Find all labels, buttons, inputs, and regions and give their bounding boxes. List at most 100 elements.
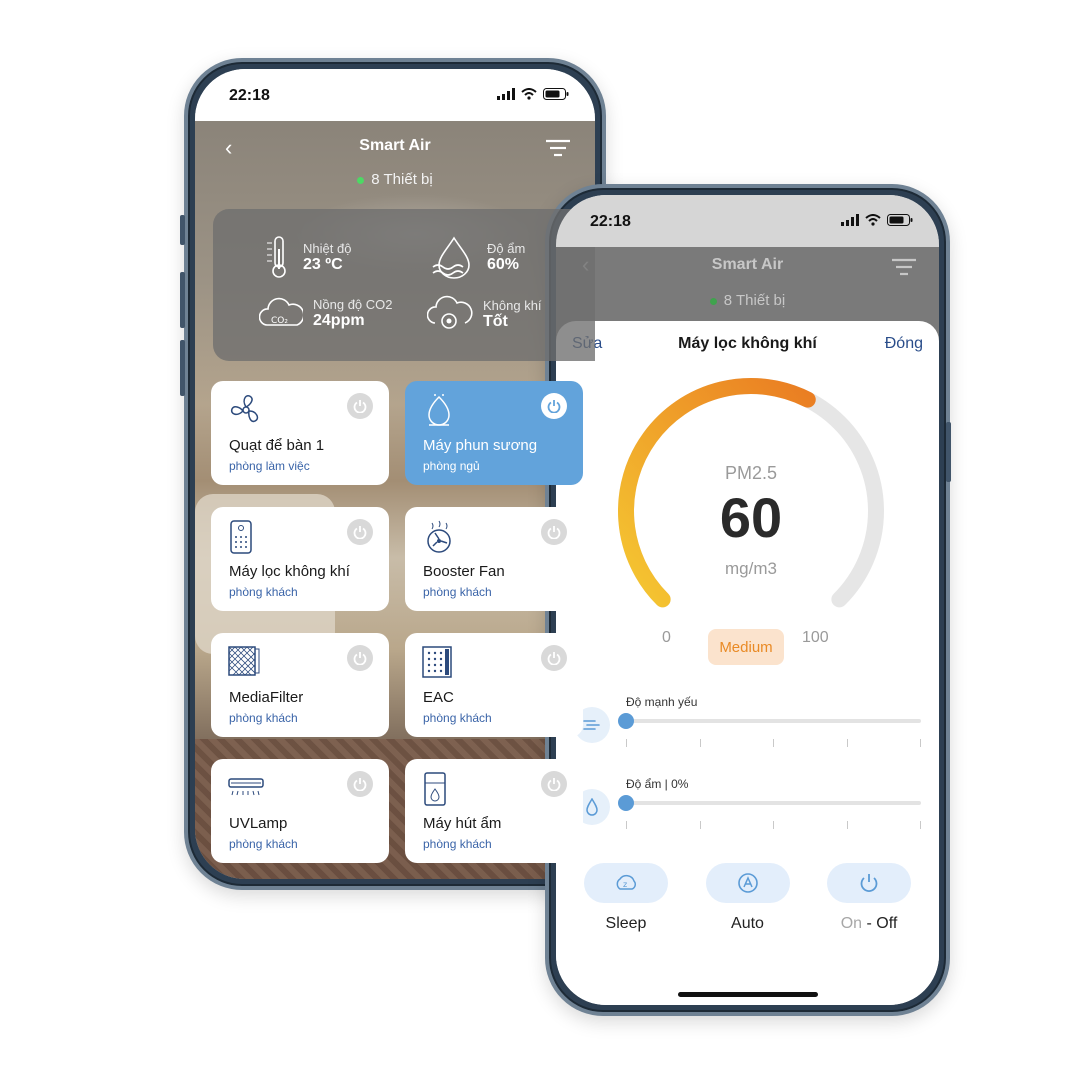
device-room: phòng khách <box>229 585 298 599</box>
status-time: 22:18 <box>590 213 631 230</box>
device-name: Booster Fan <box>423 563 505 580</box>
dehumidifier-icon <box>421 771 449 812</box>
device-detail-sheet: Sửa Máy lọc không khí Đóng PM2.5 60 mg <box>556 321 939 1005</box>
device-tile-fan[interactable]: Quạt để bàn 1 phòng làm việc <box>211 381 389 485</box>
sheet-title: Máy lọc không khí <box>678 335 817 352</box>
sleep-icon: z <box>616 875 636 890</box>
back-phone: 22:18 ‹ Smart Air 8 Thiết bị Nhiệt độ 23 … <box>184 58 606 890</box>
power-toggle[interactable] <box>347 771 373 797</box>
power-off-label: - Off <box>862 915 898 932</box>
sleep-button[interactable]: z <box>584 863 668 903</box>
env-temperature: Nhiệt độ 23 ºC <box>265 235 351 279</box>
air-purifier-icon <box>227 519 255 560</box>
slider-thumb[interactable] <box>618 795 634 811</box>
env-air: Không khí Tốt <box>427 295 542 333</box>
device-count-text: 8 Thiết bị <box>371 171 433 188</box>
power-toggle[interactable] <box>347 519 373 545</box>
front-phone: 22:18 ‹ Smart Air 8 Thiết bị Sửa Máy lọc… <box>545 184 950 1016</box>
eac-icon <box>421 645 455 684</box>
side-button <box>180 215 185 245</box>
status-icons <box>841 214 913 226</box>
filter-icon[interactable] <box>545 139 571 162</box>
gauge-metric: PM2.5 <box>724 463 778 483</box>
mode-power[interactable]: On - Off <box>827 863 911 933</box>
mode-sleep[interactable]: z Sleep <box>584 863 668 933</box>
device-count: 8 Thiết bị <box>556 292 939 309</box>
mode-auto[interactable]: Auto <box>705 863 790 933</box>
slider-track[interactable] <box>618 795 921 811</box>
side-button <box>180 340 185 396</box>
power-icon <box>353 400 367 413</box>
env-value: 24ppm <box>313 311 365 329</box>
wifi-icon <box>865 214 881 226</box>
power-icon <box>547 400 561 413</box>
power-toggle[interactable] <box>541 393 567 419</box>
close-button[interactable]: Đóng <box>885 335 923 353</box>
page-title: Smart Air <box>711 256 784 273</box>
air-level-badge: Medium <box>708 629 784 665</box>
device-name: Máy phun sương <box>423 437 538 454</box>
gauge-unit: mg/m3 <box>725 559 777 578</box>
power-button[interactable] <box>827 863 911 903</box>
slider-label: Độ mạnh yếu <box>626 695 698 709</box>
device-room: phòng khách <box>423 711 492 725</box>
device-tile-booster-fan[interactable]: Booster Fan phòng khách <box>405 507 583 611</box>
device-name: MediaFilter <box>229 689 304 706</box>
env-value: 60% <box>487 255 520 273</box>
env-value: 23 ºC <box>303 255 343 273</box>
booster-fan-icon <box>421 519 457 560</box>
back-phone-screen: 22:18 ‹ Smart Air 8 Thiết bị Nhiệt độ 23 … <box>195 69 595 879</box>
env-humidity: Độ ẩm 60% <box>431 235 525 279</box>
power-toggle[interactable] <box>541 645 567 671</box>
mist-sprayer-icon <box>421 393 457 434</box>
status-time: 22:18 <box>229 87 270 104</box>
device-count: 8 Thiết bị <box>195 171 595 188</box>
slider-label: Độ ẩm | 0% <box>626 777 689 791</box>
air-quality-icon <box>427 295 473 329</box>
signal-icon <box>497 88 515 100</box>
power-toggle[interactable] <box>541 771 567 797</box>
env-label: Nồng độ CO2 <box>313 296 393 312</box>
env-label: Nhiệt độ <box>303 240 352 256</box>
filter-icon[interactable] <box>891 258 917 281</box>
fan-speed-slider: Độ mạnh yếu <box>574 695 921 755</box>
online-dot-icon <box>709 297 717 305</box>
fan-icon <box>227 393 265 432</box>
environment-panel: Nhiệt độ 23 ºC Độ ẩm 60% CO₂ Nồng độ CO2 24… <box>213 209 595 361</box>
power-toggle[interactable] <box>347 645 373 671</box>
power-on-label: On <box>840 915 863 932</box>
battery-icon <box>887 214 913 226</box>
device-name: UVLamp <box>229 815 288 832</box>
env-label: Không khí <box>483 297 542 313</box>
device-tile-dehumidifier[interactable]: Máy hút ẩm phòng khách <box>405 759 583 863</box>
power-icon <box>547 778 561 791</box>
mode-buttons: z Sleep Auto On - Off <box>584 863 911 933</box>
side-button <box>180 272 185 328</box>
device-tile-uv-lamp[interactable]: UVLamp phòng khách <box>211 759 389 863</box>
power-icon <box>353 652 367 665</box>
env-label: Độ ẩm <box>487 240 526 256</box>
device-tile-media-filter[interactable]: MediaFilter phòng khách <box>211 633 389 737</box>
device-tile-mist-sprayer[interactable]: Máy phun sương phòng ngủ <box>405 381 583 485</box>
power-toggle[interactable] <box>347 393 373 419</box>
auto-button[interactable] <box>705 863 790 903</box>
power-toggle[interactable] <box>541 519 567 545</box>
device-name: Máy hút ẩm <box>423 815 502 832</box>
device-tile-eac[interactable]: EAC phòng khách <box>405 633 583 737</box>
co2-cloud-icon: CO₂ <box>259 297 303 326</box>
gauge-value: 60 <box>719 486 783 549</box>
mode-label: On - Off <box>827 915 911 933</box>
env-value: Tốt <box>483 312 508 330</box>
device-tile-air-purifier[interactable]: Máy lọc không khí phòng khách <box>211 507 389 611</box>
device-room: phòng làm việc <box>229 459 310 473</box>
slider-thumb[interactable] <box>618 713 634 729</box>
power-icon <box>547 652 561 665</box>
svg-text:z: z <box>623 880 627 889</box>
humidity-icon <box>432 236 470 279</box>
thermometer-icon <box>267 236 286 278</box>
status-bar: 22:18 <box>556 195 939 247</box>
mode-label: Auto <box>731 915 764 932</box>
device-room: phòng ngủ <box>423 459 480 473</box>
slider-track[interactable] <box>618 713 921 729</box>
gauge-min-label: 0 <box>662 629 671 646</box>
